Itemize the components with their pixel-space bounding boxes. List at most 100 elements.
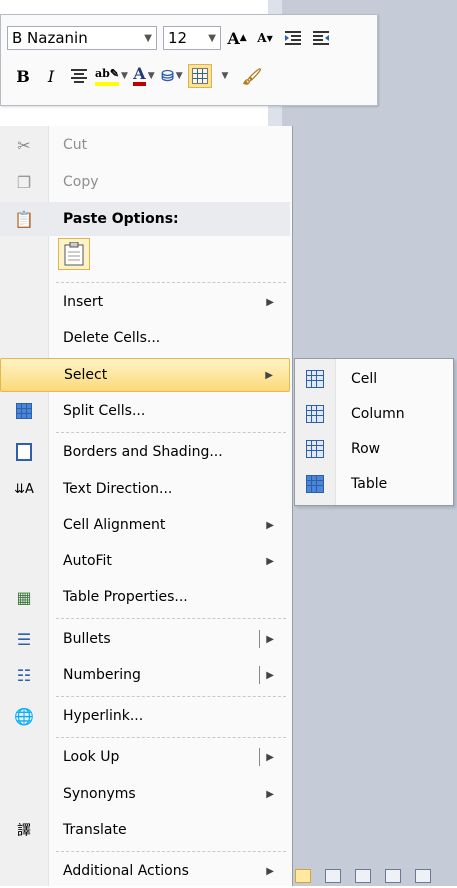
borders-dropdown[interactable]: ▼ xyxy=(212,64,236,88)
menu-item-text-direction[interactable]: ⇊A Text Direction... xyxy=(0,472,290,506)
italic-icon: I xyxy=(47,66,55,86)
draft-icon[interactable] xyxy=(415,869,431,883)
outline-icon[interactable] xyxy=(385,869,401,883)
menu-item-translate[interactable]: 譯 Translate xyxy=(0,813,290,847)
select-submenu: Cell Column Row Table xyxy=(294,358,454,506)
menu-item-bullets[interactable]: ☰ Bullets ▶ xyxy=(0,622,290,656)
chevron-down-icon[interactable]: ▼ xyxy=(208,33,216,44)
font-name-value: B Nazanin xyxy=(12,29,88,47)
paint-bucket-icon: ⛁ xyxy=(161,67,174,85)
format-painter-button[interactable]: 🖌 xyxy=(240,64,264,88)
menu-item-copy[interactable]: ❐ Copy xyxy=(0,165,290,199)
submenu-arrow-icon: ▶ xyxy=(266,296,274,308)
select-table-icon xyxy=(306,475,324,493)
submenu-item-column[interactable]: Column xyxy=(295,396,453,432)
web-layout-icon[interactable] xyxy=(355,869,371,883)
menu-item-cut[interactable]: ✂ Cut xyxy=(0,128,290,162)
font-color-icon: A xyxy=(133,66,146,86)
full-screen-icon[interactable] xyxy=(325,869,341,883)
text-direction-icon: ⇊A xyxy=(14,481,34,497)
menu-item-borders-shading[interactable]: Borders and Shading... xyxy=(0,435,290,469)
grow-font-button[interactable]: A ▲ xyxy=(225,26,249,50)
menu-item-autofit[interactable]: AutoFit ▶ xyxy=(0,544,290,578)
decrease-indent-icon xyxy=(285,31,301,45)
font-name-combo[interactable]: B Nazanin ▼ xyxy=(7,26,157,50)
decrease-indent-button[interactable] xyxy=(281,26,305,50)
menu-item-look-up[interactable]: Look Up ▶ xyxy=(0,740,290,774)
submenu-item-label: Row xyxy=(351,441,381,457)
select-cell-icon xyxy=(306,370,324,388)
font-size-combo[interactable]: 12 ▼ xyxy=(163,26,221,50)
menu-item-label: Bullets xyxy=(63,631,111,647)
menu-item-synonyms[interactable]: Synonyms ▶ xyxy=(0,777,290,811)
numbering-icon: ☷ xyxy=(16,665,32,685)
split-divider xyxy=(259,748,260,766)
menu-item-additional-actions[interactable]: Additional Actions ▶ xyxy=(0,854,290,888)
select-column-icon xyxy=(306,405,324,423)
select-row-icon xyxy=(306,440,324,458)
menu-item-hyperlink[interactable]: 🌐 Hyperlink... xyxy=(0,699,290,733)
context-menu: ✂ Cut ❐ Copy 📋 Paste Options: Insert ▶ D… xyxy=(0,126,293,886)
menu-item-delete-cells[interactable]: Delete Cells... xyxy=(0,321,290,355)
split-divider xyxy=(259,666,260,684)
menu-item-table-properties[interactable]: ▦ Table Properties... xyxy=(0,580,290,614)
print-layout-icon[interactable] xyxy=(295,869,311,883)
split-divider xyxy=(259,630,260,648)
submenu-item-label: Table xyxy=(351,476,388,492)
menu-separator xyxy=(56,618,286,619)
menu-item-split-cells[interactable]: Split Cells... xyxy=(0,394,290,428)
italic-button[interactable]: I xyxy=(39,64,63,88)
submenu-arrow-icon[interactable]: ▶ xyxy=(266,752,274,763)
center-align-button[interactable] xyxy=(67,64,91,88)
increase-indent-button[interactable] xyxy=(309,26,333,50)
menu-item-label: Text Direction... xyxy=(63,481,173,497)
submenu-arrow-icon: ▶ xyxy=(265,369,273,381)
submenu-arrow-icon[interactable]: ▶ xyxy=(266,634,274,645)
submenu-item-label: Column xyxy=(351,406,405,422)
hyperlink-icon: 🌐 xyxy=(14,706,34,726)
highlight-color-button[interactable]: ab✎ ▼ xyxy=(95,64,128,88)
borders-button[interactable] xyxy=(187,64,212,88)
font-size-value: 12 xyxy=(168,29,188,47)
view-buttons xyxy=(295,866,431,886)
menu-item-label: Copy xyxy=(63,174,99,190)
align-center-icon xyxy=(71,69,87,83)
submenu-arrow-icon: ▶ xyxy=(266,865,274,877)
chevron-down-icon[interactable]: ▼ xyxy=(144,33,152,44)
format-painter-icon: 🖌 xyxy=(241,66,263,86)
font-color-button[interactable]: A ▼ xyxy=(132,64,156,88)
menu-item-label: Additional Actions xyxy=(63,863,189,879)
menu-item-label: AutoFit xyxy=(63,553,112,569)
submenu-item-label: Cell xyxy=(351,371,378,387)
menu-item-numbering[interactable]: ☷ Numbering ▶ xyxy=(0,658,290,692)
submenu-item-table[interactable]: Table xyxy=(295,466,453,502)
split-cells-icon xyxy=(14,401,34,421)
shrink-font-icon: A xyxy=(257,31,267,45)
highlighter-icon: ab✎ xyxy=(95,66,120,86)
menu-item-label: Look Up xyxy=(63,749,120,765)
menu-item-cell-alignment[interactable]: Cell Alignment ▶ xyxy=(0,508,290,542)
submenu-arrow-icon: ▶ xyxy=(266,788,274,800)
menu-item-label: Hyperlink... xyxy=(63,708,144,724)
menu-separator xyxy=(56,696,286,697)
shrink-font-button[interactable]: A ▼ xyxy=(253,26,277,50)
menu-separator xyxy=(56,432,286,433)
translate-icon: 譯 xyxy=(17,823,31,839)
menu-item-label: Delete Cells... xyxy=(63,330,161,346)
submenu-item-cell[interactable]: Cell xyxy=(295,361,453,397)
menu-item-label: Cell Alignment xyxy=(63,517,166,533)
menu-separator xyxy=(56,851,286,852)
paste-keep-formatting-button[interactable] xyxy=(58,238,90,270)
borders-shading-icon xyxy=(14,442,34,462)
paste-icon xyxy=(64,242,84,266)
menu-item-insert[interactable]: Insert ▶ xyxy=(0,285,290,319)
mini-toolbar: B Nazanin ▼ 12 ▼ A ▲ A ▼ B I ab✎ ▼ A ▼ ⛁… xyxy=(0,14,378,106)
submenu-arrow-icon[interactable]: ▶ xyxy=(266,670,274,681)
scissors-icon: ✂ xyxy=(17,135,31,155)
menu-item-select[interactable]: Select ▶ xyxy=(0,358,290,392)
bold-button[interactable]: B xyxy=(11,64,35,88)
submenu-item-row[interactable]: Row xyxy=(295,431,453,467)
shading-button[interactable]: ⛁ ▼ xyxy=(160,64,184,88)
menu-item-label: Translate xyxy=(63,822,127,838)
menu-item-label: Synonyms xyxy=(63,786,136,802)
